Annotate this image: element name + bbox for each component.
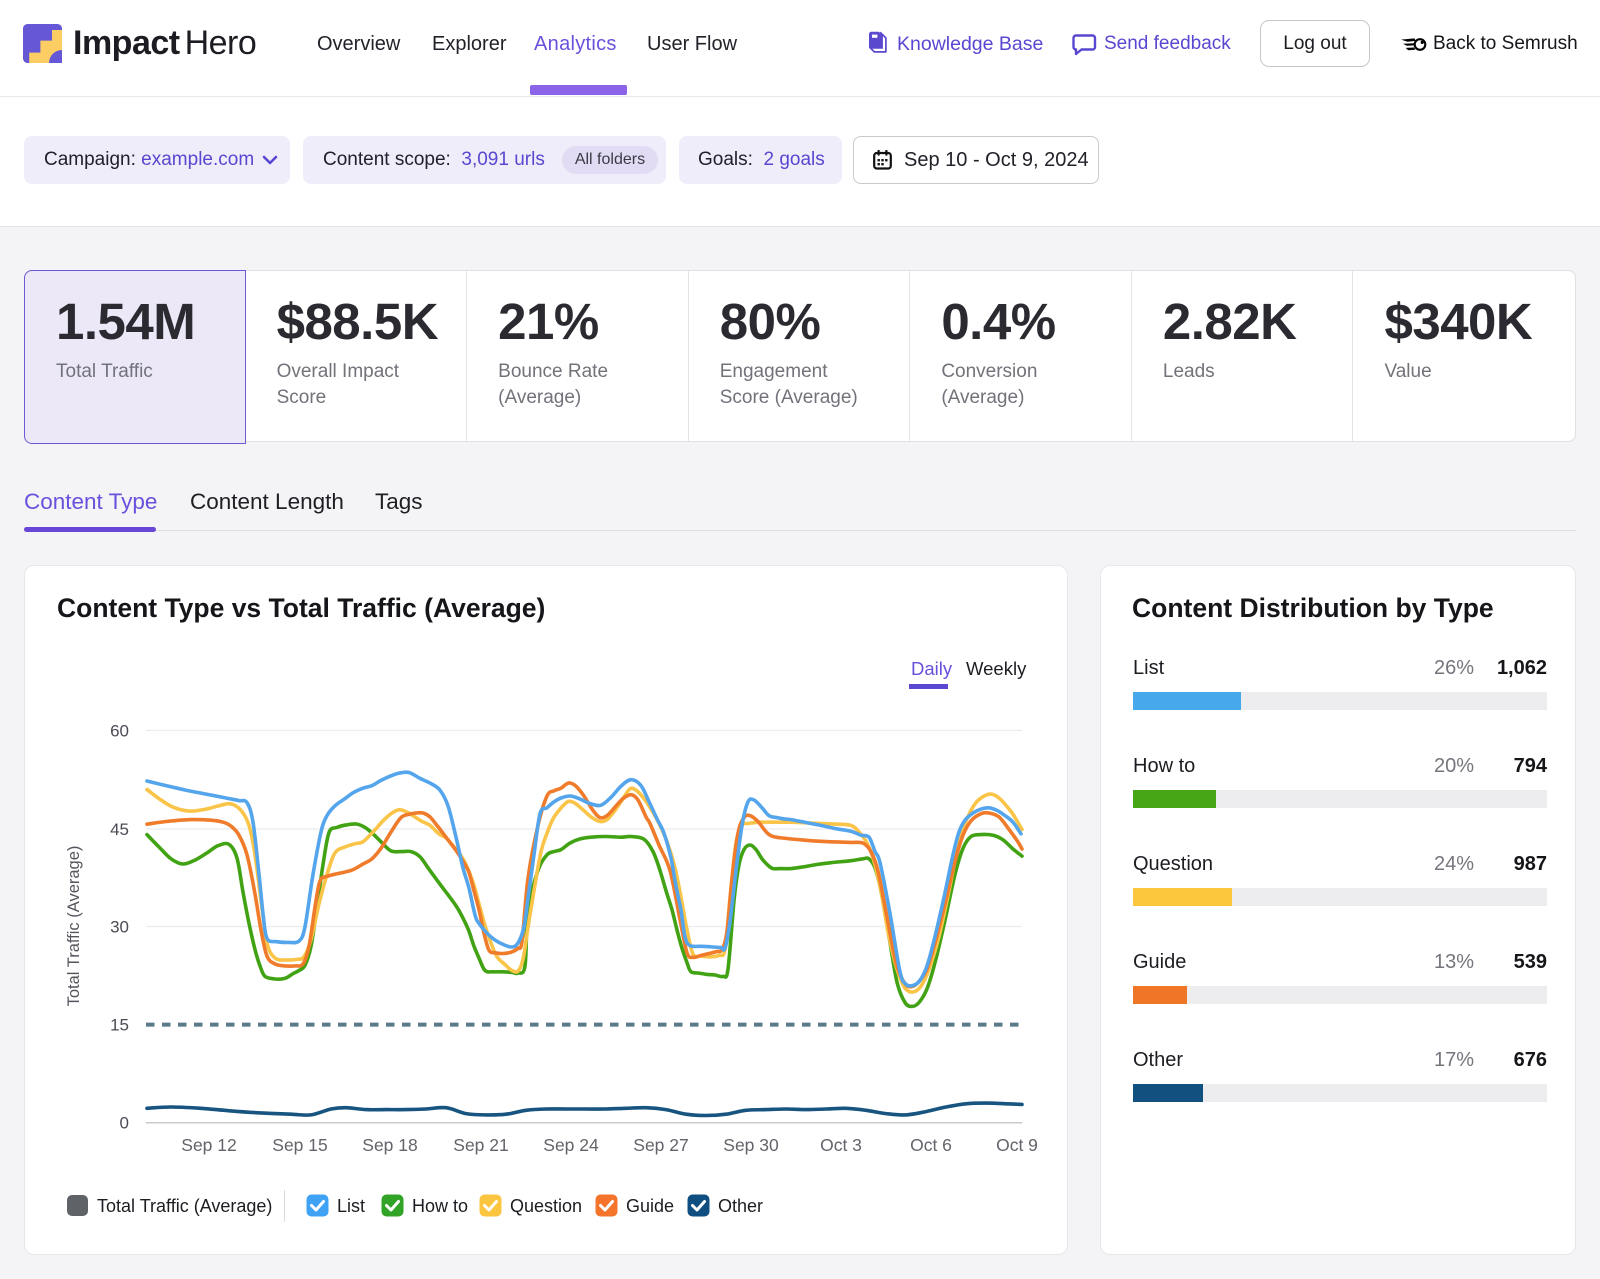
svg-text:Oct 6: Oct 6: [910, 1135, 952, 1155]
svg-text:Sep 21: Sep 21: [453, 1135, 508, 1155]
svg-text:Oct 3: Oct 3: [820, 1135, 862, 1155]
svg-text:Sep 15: Sep 15: [272, 1135, 327, 1155]
svg-text:60: 60: [110, 721, 129, 740]
svg-text:Sep 27: Sep 27: [633, 1135, 688, 1155]
svg-text:Total Traffic (Average): Total Traffic (Average): [65, 846, 83, 1007]
svg-text:0: 0: [120, 1114, 129, 1133]
svg-text:30: 30: [110, 918, 129, 937]
svg-text:45: 45: [110, 820, 129, 839]
svg-text:15: 15: [110, 1016, 129, 1035]
svg-text:Oct 9: Oct 9: [996, 1135, 1038, 1155]
svg-text:Sep 18: Sep 18: [362, 1135, 417, 1155]
svg-text:Sep 24: Sep 24: [543, 1135, 599, 1155]
svg-text:Sep 12: Sep 12: [181, 1135, 236, 1155]
svg-text:Sep 30: Sep 30: [723, 1135, 779, 1155]
